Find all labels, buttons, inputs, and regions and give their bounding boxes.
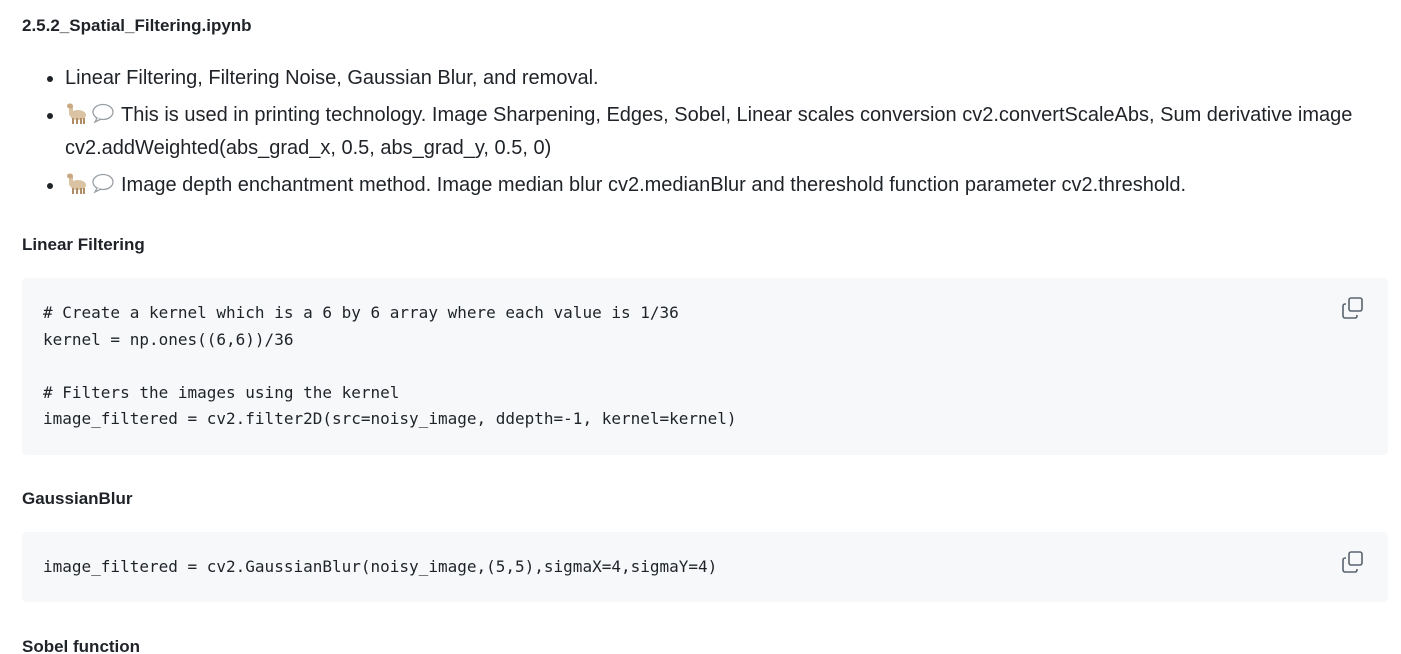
section-heading-linear: Linear Filtering bbox=[22, 235, 145, 254]
section-heading-sobel: Sobel function bbox=[22, 637, 141, 654]
speech-bubble-icon bbox=[91, 172, 115, 194]
list-item: Linear Filtering, Filtering Noise, Gauss… bbox=[65, 62, 1395, 95]
code-text: # Create a kernel which is a 6 by 6 arra… bbox=[43, 303, 737, 428]
code-block-linear: # Create a kernel which is a 6 by 6 arra… bbox=[22, 278, 1388, 455]
summary-list: Linear Filtering, Filtering Noise, Gauss… bbox=[22, 62, 1395, 206]
llama-icon bbox=[65, 102, 89, 124]
copy-icon[interactable] bbox=[1340, 549, 1366, 575]
list-item: This is used in printing technology. Ima… bbox=[65, 99, 1395, 165]
speech-bubble-icon bbox=[91, 102, 115, 124]
llama-icon bbox=[65, 172, 89, 194]
file-title: 2.5.2_Spatial_Filtering.ipynb bbox=[22, 16, 252, 35]
bullet-text: This is used in printing technology. Ima… bbox=[65, 104, 1353, 159]
list-item: Image depth enchantment method. Image me… bbox=[65, 169, 1395, 202]
copy-icon[interactable] bbox=[1340, 295, 1366, 321]
bullet-text: Image depth enchantment method. Image me… bbox=[121, 174, 1187, 196]
code-text: image_filtered = cv2.GaussianBlur(noisy_… bbox=[43, 557, 718, 576]
bullet-text: Linear Filtering, Filtering Noise, Gauss… bbox=[65, 67, 599, 89]
code-block-gaussian: image_filtered = cv2.GaussianBlur(noisy_… bbox=[22, 532, 1388, 602]
section-heading-gaussian: GaussianBlur bbox=[22, 489, 133, 508]
